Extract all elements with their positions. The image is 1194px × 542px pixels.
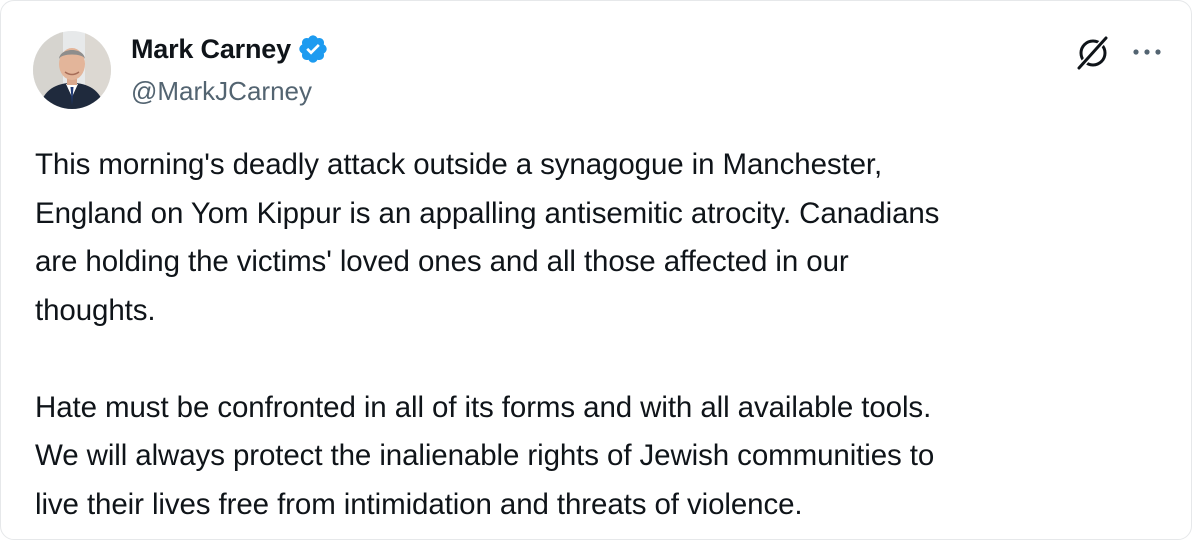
avatar-photo	[33, 31, 111, 109]
post-text-line: live their lives free from intimidation …	[35, 487, 803, 521]
post-text-line: We will always protect the inalienable r…	[35, 439, 935, 472]
post-card: Mark Carney @MarkJCarney This morning's …	[0, 0, 1192, 540]
post-text-line: Hate must be confronted in all of its fo…	[35, 390, 932, 424]
author-handle[interactable]: @MarkJCarney	[131, 76, 312, 107]
author-avatar[interactable]	[33, 31, 111, 109]
verified-badge-icon[interactable]	[297, 33, 329, 65]
post-text-line: are holding the victims' loved ones and …	[35, 245, 849, 278]
post-text-line: This morning's deadly attack outside a s…	[35, 148, 883, 181]
grok-icon[interactable]	[1073, 33, 1113, 73]
post-text: This morning's deadly attack outside a s…	[35, 141, 1165, 529]
more-options-icon[interactable]	[1127, 37, 1167, 67]
paragraph-break	[35, 335, 1165, 384]
post-text-line: England on Yom Kippur is an appalling an…	[35, 196, 940, 230]
author-display-name[interactable]: Mark Carney	[131, 34, 291, 65]
post-text-line: thoughts.	[35, 293, 156, 327]
author-name-row: Mark Carney	[131, 33, 329, 65]
